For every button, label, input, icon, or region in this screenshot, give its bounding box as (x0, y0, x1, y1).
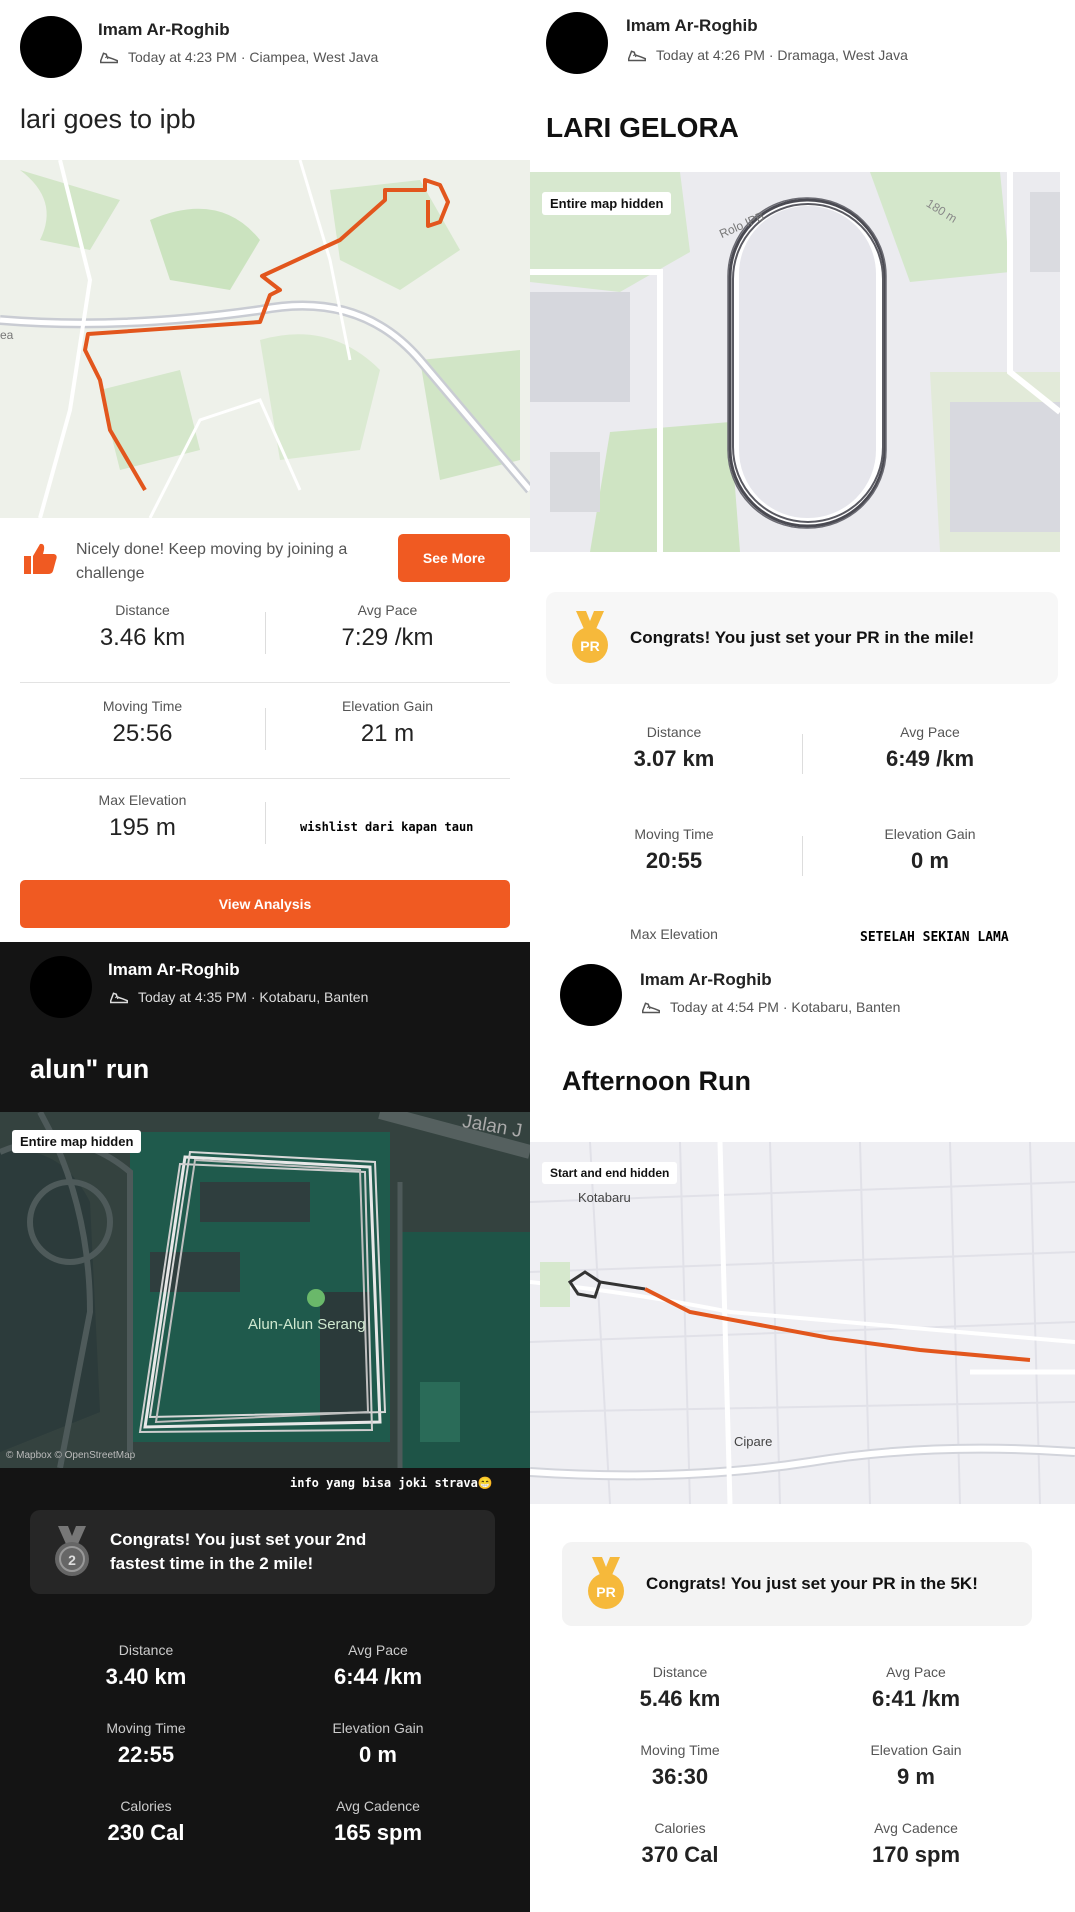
user-name[interactable]: Imam Ar-Roghib (108, 960, 240, 980)
stat-max-elevation: Max Elevation (630, 926, 718, 942)
pr-banner: PR Congrats! You just set your PR in the… (562, 1542, 1032, 1626)
stat-distance: Distance 3.40 km (105, 1642, 187, 1689)
stat-moving-time: Moving Time 22:55 (106, 1720, 186, 1767)
map-hidden-label: Entire map hidden (542, 192, 672, 215)
overlay-caption: SETELAH SEKIAN LAMA (860, 930, 1009, 942)
stat-elevation-gain: Elevation Gain 21 m (341, 698, 434, 747)
view-analysis-button[interactable]: View Analysis (20, 880, 510, 928)
stat-avg-pace: Avg Pace 6:44 /km (333, 1642, 423, 1689)
activity-meta-text: Today at 4:54 PM · Kotabaru, Banten (670, 999, 901, 1015)
stat-calories: Calories 230 Cal (107, 1798, 185, 1845)
shoe-icon (100, 52, 118, 64)
activity-title[interactable]: Afternoon Run (562, 1066, 751, 1097)
pr-banner: PR Congrats! You just set your PR in the… (546, 592, 1058, 684)
map-place-label-kotabaru: Kotabaru (578, 1190, 631, 1205)
stat-moving-time: Moving Time 36:30 (640, 1742, 720, 1789)
stat-distance: Distance 3.07 km (633, 724, 715, 771)
medal-icon: 2 (55, 1526, 89, 1576)
avatar[interactable] (546, 12, 608, 74)
map-place-label-cipare: Cipare (734, 1434, 773, 1449)
pr-banner: 2 Congrats! You just set your 2nd fastes… (30, 1510, 495, 1594)
stat-distance: Distance 3.46 km (99, 602, 186, 651)
stat-max-elevation: Max Elevation 195 m (98, 792, 187, 841)
route-map[interactable]: Entire map hidden Rolo IPB 180 m (530, 172, 1060, 552)
overlay-caption: info yang bisa joki strava😁 (290, 1476, 493, 1490)
shoe-icon (110, 992, 128, 1004)
pr-medal-icon: PR (588, 1557, 624, 1609)
route-map[interactable]: Entire map hidden Jalan J Alun-Alun Sera… (0, 1112, 530, 1468)
user-name[interactable]: Imam Ar-Roghib (98, 20, 230, 40)
stat-avg-cadence: Avg Cadence 170 spm (871, 1820, 961, 1867)
see-more-button[interactable]: See More (398, 534, 510, 582)
stat-avg-pace: Avg Pace 6:49 /km (885, 724, 975, 771)
activity-meta: Today at 4:54 PM · Kotabaru, Banten (640, 996, 900, 1018)
stat-avg-pace: Avg Pace 7:29 /km (341, 602, 434, 651)
pr-text: Congrats! You just set your PR in the mi… (630, 628, 975, 647)
stat-distance: Distance 5.46 km (639, 1664, 721, 1711)
pr-text: Congrats! You just set your PR in the 5K… (646, 1574, 978, 1593)
thumbs-up-icon (24, 543, 57, 574)
stat-moving-time: Moving Time 20:55 (634, 826, 714, 873)
user-name[interactable]: Imam Ar-Roghib (626, 16, 758, 36)
activity-title[interactable]: alun" run (30, 1054, 149, 1085)
stat-calories: Calories 370 Cal (641, 1820, 719, 1867)
stat-avg-pace: Avg Pace 6:41 /km (871, 1664, 961, 1711)
stat-moving-time: Moving Time 25:56 (102, 698, 183, 747)
avatar[interactable] (20, 16, 82, 78)
stat-avg-cadence: Avg Cadence 165 spm (333, 1798, 423, 1845)
activity-title[interactable]: LARI GELORA (546, 112, 739, 144)
svg-text:PR: PR (580, 638, 599, 654)
avatar[interactable] (560, 964, 622, 1026)
shoe-icon (628, 50, 646, 62)
activity-meta-text: Today at 4:23 PM · Ciampea, West Java (128, 49, 379, 65)
stat-elevation-gain: Elevation Gain 0 m (884, 826, 976, 873)
activity-meta: Today at 4:35 PM · Kotabaru, Banten (108, 986, 368, 1008)
activity-title[interactable]: lari goes to ipb (20, 104, 196, 135)
stat-elevation-gain: Elevation Gain 0 m (332, 1720, 424, 1767)
challenge-prompt-text: Nicely done! Keep moving by joining a ch… (76, 541, 348, 582)
route-map[interactable]: Start and end hidden Kotabaru Cipare (530, 1142, 1075, 1504)
pr-medal-icon: PR (572, 611, 608, 663)
activity-meta-text: Today at 4:35 PM · Kotabaru, Banten (138, 989, 369, 1005)
map-place-label: ea (0, 328, 14, 342)
activity-meta-text: Today at 4:26 PM · Dramaga, West Java (656, 47, 908, 63)
pr-text: Congrats! You just set your 2nd fastest … (110, 1530, 367, 1573)
shoe-icon (642, 1002, 660, 1014)
svg-text:2: 2 (68, 1552, 76, 1568)
overlay-caption: wishlist dari kapan taun (300, 820, 474, 834)
avatar[interactable] (30, 956, 92, 1018)
map-hidden-label: Entire map hidden (12, 1130, 142, 1153)
user-name[interactable]: Imam Ar-Roghib (640, 970, 772, 990)
route-map[interactable]: ea (0, 160, 530, 518)
activity-card-1: Imam Ar-Roghib Today at 4:23 PM · Ciampe… (0, 0, 530, 942)
activity-card-4: Imam Ar-Roghib Today at 4:54 PM · Kotaba… (530, 942, 1075, 1912)
activity-meta: Today at 4:23 PM · Ciampea, West Java (98, 46, 378, 68)
stat-elevation-gain: Elevation Gain 9 m (870, 1742, 962, 1789)
activity-card-3: Imam Ar-Roghib Today at 4:35 PM · Kotaba… (0, 942, 530, 1912)
map-hidden-label: Start and end hidden (542, 1162, 678, 1184)
map-place-label: Alun-Alun Serang (248, 1316, 366, 1333)
activity-card-2: Imam Ar-Roghib Today at 4:26 PM · Dramag… (530, 0, 1075, 942)
svg-text:PR: PR (596, 1584, 615, 1600)
map-attribution: © Mapbox © OpenStreetMap (6, 1450, 136, 1461)
activity-meta: Today at 4:26 PM · Dramaga, West Java (626, 44, 908, 66)
